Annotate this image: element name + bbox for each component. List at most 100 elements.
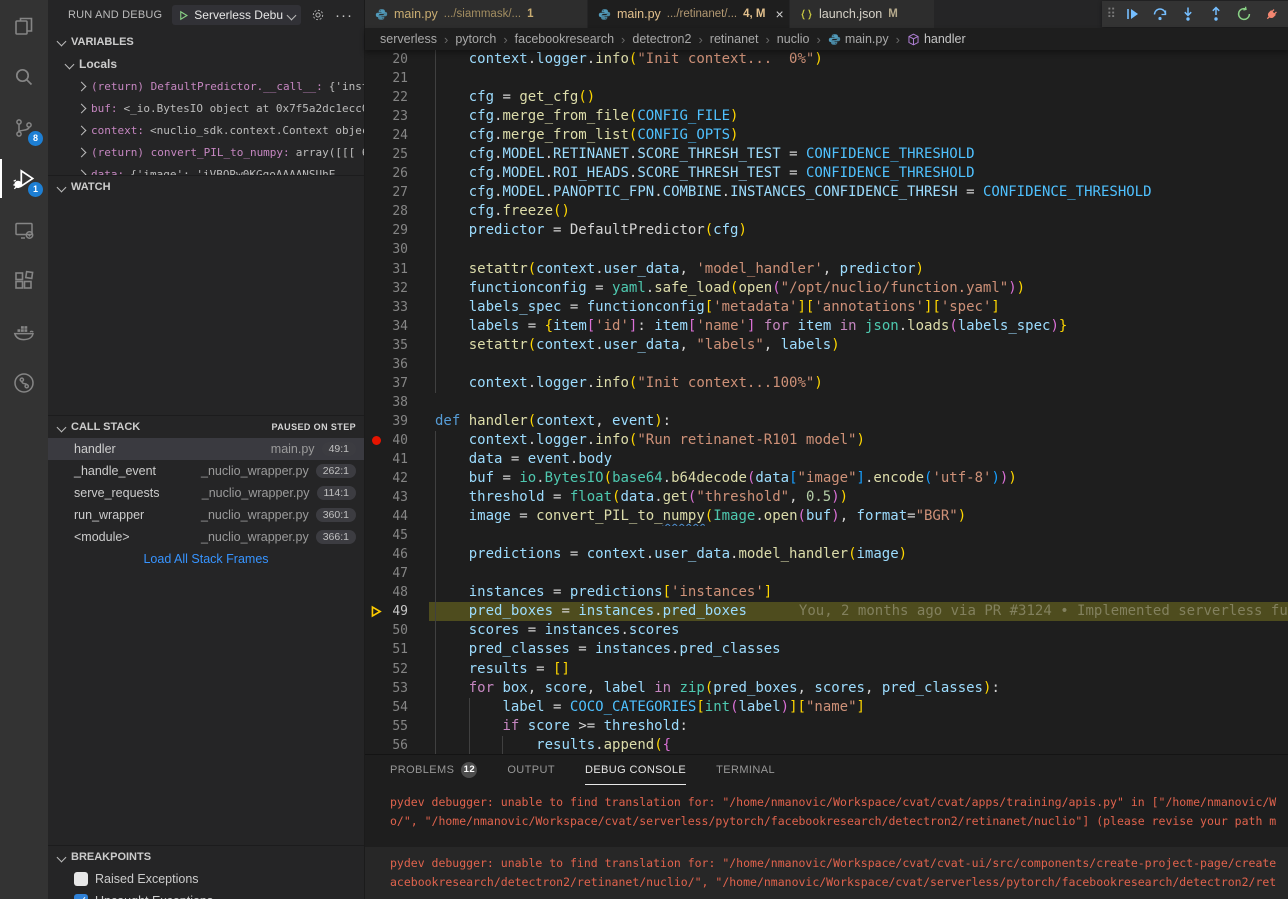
activitybar-item-files[interactable] bbox=[0, 0, 48, 51]
breadcrumb-item[interactable]: main.py bbox=[828, 32, 889, 46]
code-line[interactable]: 28 cfg.freeze() bbox=[365, 202, 1288, 221]
code-line[interactable]: 51 pred_classes = instances.pred_classes bbox=[365, 640, 1288, 659]
gutter-glyph-margin[interactable] bbox=[365, 698, 387, 717]
gutter-glyph-margin[interactable] bbox=[365, 240, 387, 259]
code-content[interactable]: instances = predictions['instances'] bbox=[429, 583, 1288, 602]
stack-frame-row[interactable]: handlermain.py49:1 bbox=[48, 438, 364, 460]
breadcrumb-item[interactable]: facebookresearch bbox=[515, 32, 614, 46]
code-content[interactable]: cfg.merge_from_file(CONFIG_FILE) bbox=[429, 107, 1288, 126]
activitybar-item-extensions[interactable] bbox=[0, 255, 48, 306]
variable-row[interactable]: (return) convert_PIL_to_numpy:array([[[ … bbox=[48, 141, 364, 163]
code-content[interactable]: setattr(context.user_data, 'model_handle… bbox=[429, 260, 1288, 279]
code-line[interactable]: 20 context.logger.info("Init context... … bbox=[365, 50, 1288, 69]
breadcrumb-item[interactable]: nuclio bbox=[777, 32, 810, 46]
code-content[interactable]: threshold = float(data.get("threshold", … bbox=[429, 488, 1288, 507]
code-content[interactable]: labels_spec = functionconfig['metadata']… bbox=[429, 298, 1288, 317]
chevron-right-icon[interactable] bbox=[77, 103, 87, 113]
gutter-glyph-margin[interactable] bbox=[365, 317, 387, 336]
code-line[interactable]: 52 results = [] bbox=[365, 660, 1288, 679]
code-line[interactable]: 49 pred_boxes = instances.pred_boxesYou,… bbox=[365, 602, 1288, 621]
code-line[interactable]: 26 cfg.MODEL.ROI_HEADS.SCORE_THRESH_TEST… bbox=[365, 164, 1288, 183]
code-content[interactable]: scores = instances.scores bbox=[429, 621, 1288, 640]
code-content[interactable] bbox=[429, 393, 1288, 412]
breakpoints-header[interactable]: BREAKPOINTS bbox=[48, 845, 364, 868]
gutter-glyph-margin[interactable] bbox=[365, 374, 387, 393]
chevron-right-icon[interactable] bbox=[77, 147, 87, 157]
gutter-glyph-margin[interactable] bbox=[365, 602, 387, 621]
code-content[interactable]: cfg.MODEL.ROI_HEADS.SCORE_THRESH_TEST = … bbox=[429, 164, 1288, 183]
console-message[interactable]: pydev debugger: unable to find translati… bbox=[365, 847, 1288, 899]
breakpoint-row[interactable]: Uncaught Exceptions bbox=[48, 890, 364, 899]
code-line[interactable]: 43 threshold = float(data.get("threshold… bbox=[365, 488, 1288, 507]
stack-frame-row[interactable]: _handle_event_nuclio_wrapper.py262:1 bbox=[48, 460, 364, 482]
gutter-glyph-margin[interactable] bbox=[365, 736, 387, 754]
code-line[interactable]: 30 bbox=[365, 240, 1288, 259]
gutter-glyph-margin[interactable] bbox=[365, 107, 387, 126]
code-line[interactable]: 39def handler(context, event): bbox=[365, 412, 1288, 431]
debug-console-output[interactable]: pydev debugger: unable to find translati… bbox=[365, 785, 1288, 899]
code-line[interactable]: 44 image = convert_PIL_to_numpy(Image.op… bbox=[365, 507, 1288, 526]
more-actions-icon[interactable]: ··· bbox=[335, 7, 353, 24]
gutter-glyph-margin[interactable] bbox=[365, 640, 387, 659]
gutter-glyph-margin[interactable] bbox=[365, 717, 387, 736]
editor-tab-launchjson[interactable]: launch.jsonM bbox=[790, 0, 935, 28]
code-content[interactable]: image = convert_PIL_to_numpy(Image.open(… bbox=[429, 507, 1288, 526]
gutter-glyph-margin[interactable] bbox=[365, 69, 387, 88]
start-debug-icon[interactable] bbox=[178, 10, 189, 21]
code-content[interactable]: pred_classes = instances.pred_classes bbox=[429, 640, 1288, 659]
gutter-glyph-margin[interactable] bbox=[365, 355, 387, 374]
gutter-glyph-margin[interactable] bbox=[365, 431, 387, 450]
code-content[interactable] bbox=[429, 355, 1288, 374]
panel-tab-problems[interactable]: PROBLEMS12 bbox=[390, 755, 477, 785]
gutter-glyph-margin[interactable] bbox=[365, 279, 387, 298]
code-line[interactable]: 27 cfg.MODEL.PANOPTIC_FPN.COMBINE.INSTAN… bbox=[365, 183, 1288, 202]
gutter-glyph-margin[interactable] bbox=[365, 679, 387, 698]
gutter-glyph-margin[interactable] bbox=[365, 202, 387, 221]
launch-config-name[interactable]: Serverless Debu bbox=[194, 8, 283, 22]
gutter-glyph-margin[interactable] bbox=[365, 298, 387, 317]
checkbox-unchecked[interactable] bbox=[74, 872, 88, 886]
editor-tab-mainpy[interactable]: main.py.../retinanet/...4, M× bbox=[588, 0, 790, 28]
code-line[interactable]: 53 for box, score, label in zip(pred_box… bbox=[365, 679, 1288, 698]
gutter-glyph-margin[interactable] bbox=[365, 526, 387, 545]
stack-frame-row[interactable]: serve_requests_nuclio_wrapper.py114:1 bbox=[48, 482, 364, 504]
code-content[interactable]: functionconfig = yaml.safe_load(open("/o… bbox=[429, 279, 1288, 298]
code-line[interactable]: 40 context.logger.info("Run retinanet-R1… bbox=[365, 431, 1288, 450]
panel-tab-terminal[interactable]: TERMINAL bbox=[716, 755, 775, 785]
debug-settings-gear-icon[interactable] bbox=[311, 8, 325, 22]
code-content[interactable]: buf = io.BytesIO(base64.b64decode(data["… bbox=[429, 469, 1288, 488]
gutter-glyph-margin[interactable] bbox=[365, 488, 387, 507]
code-content[interactable]: results = [] bbox=[429, 660, 1288, 679]
activitybar-item-remote-explorer[interactable] bbox=[0, 204, 48, 255]
debug-step-into-button[interactable] bbox=[1176, 2, 1200, 26]
close-icon[interactable]: × bbox=[775, 7, 783, 21]
gutter-glyph-margin[interactable] bbox=[365, 660, 387, 679]
code-line[interactable]: 45 bbox=[365, 526, 1288, 545]
code-content[interactable]: setattr(context.user_data, "labels", lab… bbox=[429, 336, 1288, 355]
code-content[interactable] bbox=[429, 564, 1288, 583]
code-content[interactable]: if score >= threshold: bbox=[429, 717, 1288, 736]
code-content[interactable]: labels = {item['id']: item['name'] for i… bbox=[429, 317, 1288, 336]
code-line[interactable]: 35 setattr(context.user_data, "labels", … bbox=[365, 336, 1288, 355]
code-line[interactable]: 22 cfg = get_cfg() bbox=[365, 88, 1288, 107]
watch-header[interactable]: WATCH bbox=[48, 175, 364, 198]
breadcrumb-item[interactable]: retinanet bbox=[710, 32, 759, 46]
stack-frame-row[interactable]: run_wrapper_nuclio_wrapper.py360:1 bbox=[48, 504, 364, 526]
gutter-glyph-margin[interactable] bbox=[365, 412, 387, 431]
breadcrumb-item[interactable]: serverless bbox=[380, 32, 437, 46]
activitybar-item-source-control[interactable]: 8 bbox=[0, 102, 48, 153]
code-line[interactable]: 34 labels = {item['id']: item['name'] fo… bbox=[365, 317, 1288, 336]
gutter-glyph-margin[interactable] bbox=[365, 450, 387, 469]
code-content[interactable]: context.logger.info("Init context... 0%"… bbox=[429, 50, 1288, 69]
debug-step-out-button[interactable] bbox=[1204, 2, 1228, 26]
gutter-glyph-margin[interactable] bbox=[365, 621, 387, 640]
variable-row[interactable]: data:{'image': 'iVBORw0KGgoAAAANSUhE… bbox=[48, 163, 364, 175]
code-content[interactable]: cfg = get_cfg() bbox=[429, 88, 1288, 107]
debug-step-over-button[interactable] bbox=[1148, 2, 1172, 26]
code-line[interactable]: 48 instances = predictions['instances'] bbox=[365, 583, 1288, 602]
breadcrumb-item[interactable]: pytorch bbox=[455, 32, 496, 46]
code-content[interactable]: context.logger.info("Run retinanet-R101 … bbox=[429, 431, 1288, 450]
code-content[interactable]: pred_boxes = instances.pred_boxesYou, 2 … bbox=[429, 602, 1288, 621]
gutter-glyph-margin[interactable] bbox=[365, 221, 387, 240]
code-line[interactable]: 24 cfg.merge_from_list(CONFIG_OPTS) bbox=[365, 126, 1288, 145]
